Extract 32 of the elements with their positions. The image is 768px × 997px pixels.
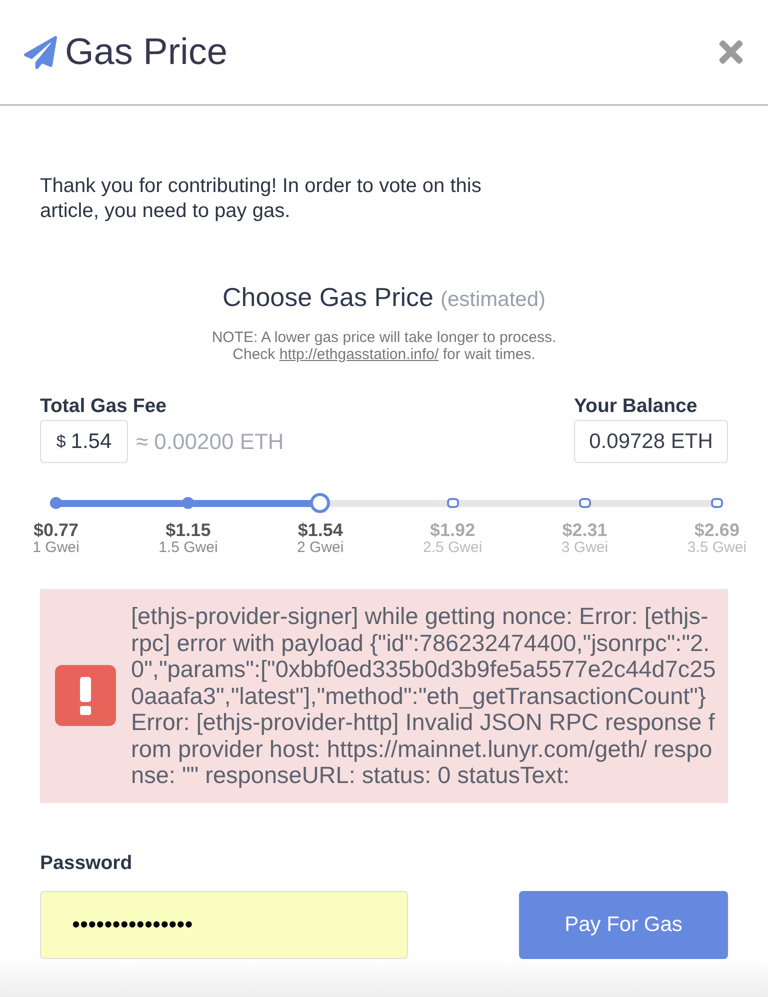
- error-message: [ethjs-provider-signer] while getting nonce: Error: [ethjs-rpc] error with payload {"id":786232474400,"jsonrpc":"2.0","params":["0xbbf0ed335b0d3b9fe5a5577e2c44d7c250aaafa3","latest"],"method":"eth_getTransactionCount"} Error: [ethjs-provider-http] Invalid JSON RPC response from provider host: https://mainnet.lunyr.com/geth/ response: "" responseURL: status: 0 statusText:: [131, 603, 716, 788]
- step-gwei: 2 Gwei: [297, 540, 344, 556]
- step-price: $1.15: [166, 521, 211, 539]
- slider-step-marker[interactable]: [711, 498, 723, 508]
- paper-plane-icon: [24, 36, 57, 68]
- step-gwei: 3.5 Gwei: [687, 540, 747, 556]
- section-title: Choose Gas Price: [222, 282, 434, 312]
- fee-field[interactable]: $ 1.54: [40, 420, 128, 463]
- window-title: Gas Price: [65, 30, 228, 74]
- exclamation-icon: [55, 665, 116, 726]
- password-field[interactable]: •••••••••••••••: [40, 890, 408, 958]
- intro-text: Thank you for contributing! In order to vote on this article, you need to pay gas.: [40, 174, 482, 224]
- step-price: $2.31: [562, 521, 608, 539]
- step-gwei: 1.5 Gwei: [158, 540, 218, 556]
- step-gwei: 2.5 Gwei: [422, 540, 482, 556]
- password-label: Password: [40, 852, 134, 874]
- slider-step-marker[interactable]: [578, 498, 591, 508]
- slider-step-marker[interactable]: [446, 498, 459, 508]
- fee-eth-amount: ≈ 0.00200 ETH: [136, 428, 284, 456]
- step-price: $1.92: [430, 521, 476, 539]
- slider-thumb[interactable]: [310, 493, 330, 513]
- gas-station-link[interactable]: http://ethgasstation.info/: [279, 346, 439, 363]
- balance-label: Your Balance: [574, 395, 698, 417]
- step-gwei: 1 Gwei: [32, 540, 80, 556]
- step-price: $2.69: [694, 521, 740, 539]
- fee-label: Total Gas Fee: [40, 395, 168, 417]
- step-price: $1.54: [298, 521, 343, 539]
- balance-field: 0.09728 ETH: [574, 420, 728, 463]
- step-gwei: 3 Gwei: [561, 540, 608, 556]
- section-subtitle: (estimated): [440, 288, 546, 311]
- step-price: $0.77: [33, 521, 79, 539]
- note-text: NOTE: A lower gas price will take longer to process. Check http://ethgasstation.info/ for wait times.: [210, 329, 558, 363]
